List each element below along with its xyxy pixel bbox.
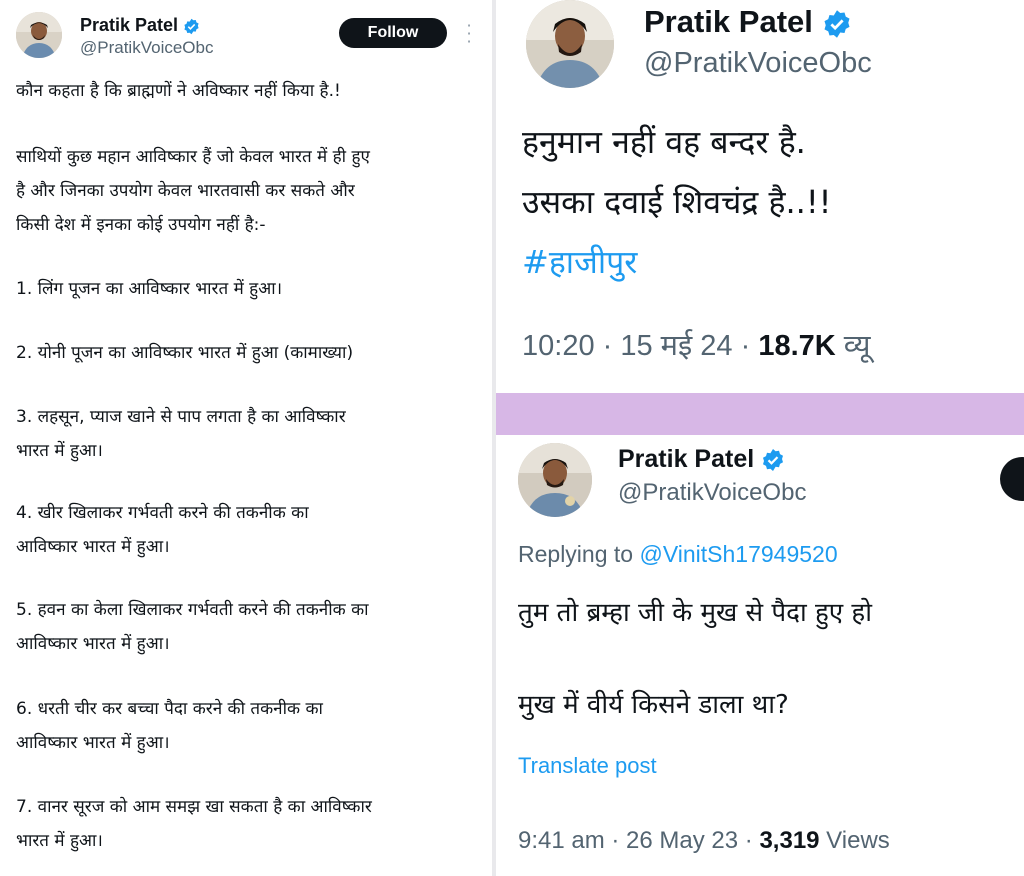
- tweet-text-line: 6. धरती चीर कर बच्चा पैदा करने की तकनीक …: [16, 699, 323, 719]
- views-label: Views: [819, 827, 890, 854]
- tweet-text-line: 3. लहसून, प्याज खाने से पाप लगता है का आ…: [16, 407, 346, 427]
- tweet-text-line: आविष्कार भारत में हुआ।: [16, 733, 170, 753]
- avatar-photo: [518, 443, 592, 517]
- tweet-right-top: Pratik Patel @PratikVoiceObc हनुमान नहीं…: [496, 0, 1024, 393]
- tweet-text-line: भारत में हुआ।: [16, 831, 103, 851]
- author-name-text[interactable]: Pratik Patel: [80, 15, 178, 35]
- replying-prefix: Replying to: [518, 541, 640, 567]
- tweet-text-line: 1. लिंग पूजन का आविष्कार भारत में हुआ।: [16, 279, 283, 299]
- hashtag-link[interactable]: #हाजीपुर: [522, 240, 637, 283]
- tweet-text-line: कौन कहता है कि ब्राह्मणों ने अविष्कार नह…: [16, 81, 341, 101]
- views-count: 3,319: [759, 827, 820, 854]
- more-options-icon[interactable]: [1000, 457, 1024, 501]
- tweet-meta: 10:20 · 15 मई 24 · 18.7K व्यू: [522, 325, 871, 364]
- tweet-text-line: 7. वानर सूरज को आम समझ खा सकता है का आवि…: [16, 797, 372, 817]
- verified-badge-icon: [184, 18, 199, 35]
- tweet-text-line: हनुमान नहीं वह बन्दर है.: [522, 123, 806, 161]
- tweet-text-line: है और जिनका उपयोग केवल भारतवासी कर सकते …: [16, 181, 355, 201]
- verified-badge-icon: [763, 449, 784, 472]
- tweet-text-line: आविष्कार भारत में हुआ।: [16, 634, 170, 654]
- author-handle[interactable]: @PratikVoiceObc: [618, 479, 806, 507]
- author-name[interactable]: Pratik Patel: [618, 445, 785, 474]
- tweet-text-line: किसी देश में इनका कोई उपयोग नहीं है:-: [16, 215, 266, 235]
- tweet-text-line: साथियों कुछ महान आविष्कार हैं जो केवल भा…: [16, 147, 370, 167]
- tweet-text-line: 5. हवन का केला खिलाकर गर्भवती करने की तक…: [16, 600, 369, 620]
- separator-band: [496, 393, 1024, 435]
- avatar-photo: [526, 0, 614, 88]
- author-handle[interactable]: @PratikVoiceObc: [80, 38, 213, 58]
- tweet-text-line: 4. खीर खिलाकर गर्भवती करने की तकनीक का: [16, 503, 309, 523]
- follow-button[interactable]: Follow: [339, 18, 447, 48]
- verified-badge-icon: [824, 10, 849, 38]
- tweet-left: Pratik Patel @PratikVoiceObc Follow · · · …: [0, 0, 492, 876]
- tweet-right-bottom: Pratik Patel @PratikVoiceObc Replying to…: [496, 435, 1024, 876]
- tweet-text-line: तुम तो ब्रम्हा जी के मुख से पैदा हुए हो: [518, 598, 872, 628]
- translate-post-link[interactable]: Translate post: [518, 753, 657, 779]
- avatar-photo: [16, 12, 62, 58]
- tweet-timestamp[interactable]: 9:41 am · 26 May 23 ·: [518, 827, 759, 854]
- tweet-text-line: भारत में हुआ।: [16, 441, 103, 461]
- tweet-meta: 9:41 am · 26 May 23 · 3,319 Views: [518, 827, 890, 855]
- author-handle[interactable]: @PratikVoiceObc: [644, 47, 872, 80]
- avatar[interactable]: [518, 443, 592, 517]
- author-name[interactable]: Pratik Patel: [80, 15, 200, 36]
- more-options-icon[interactable]: · · ·: [466, 18, 472, 50]
- author-name-text[interactable]: Pratik Patel: [618, 445, 754, 473]
- tweet-text-line: आविष्कार भारत में हुआ।: [16, 537, 170, 557]
- replying-to: Replying to @VinitSh17949520: [518, 541, 838, 568]
- tweet-text-line: उसका दवाई शिवचंद्र है..!!: [522, 183, 832, 221]
- views-count: 18.7K: [758, 330, 836, 362]
- author-name[interactable]: Pratik Patel: [644, 4, 852, 40]
- replying-to-link[interactable]: @VinitSh17949520: [639, 541, 837, 567]
- avatar[interactable]: [16, 12, 62, 58]
- avatar[interactable]: [526, 0, 614, 88]
- tweet-timestamp[interactable]: 10:20 · 15 मई 24 ·: [522, 330, 758, 362]
- tweet-text-line: 2. योनी पूजन का आविष्कार भारत में हुआ (क…: [16, 343, 354, 363]
- views-label: व्यू: [835, 330, 871, 362]
- author-name-text[interactable]: Pratik Patel: [644, 4, 813, 39]
- tweet-text-line: मुख में वीर्य किसने डाला था?: [518, 690, 789, 720]
